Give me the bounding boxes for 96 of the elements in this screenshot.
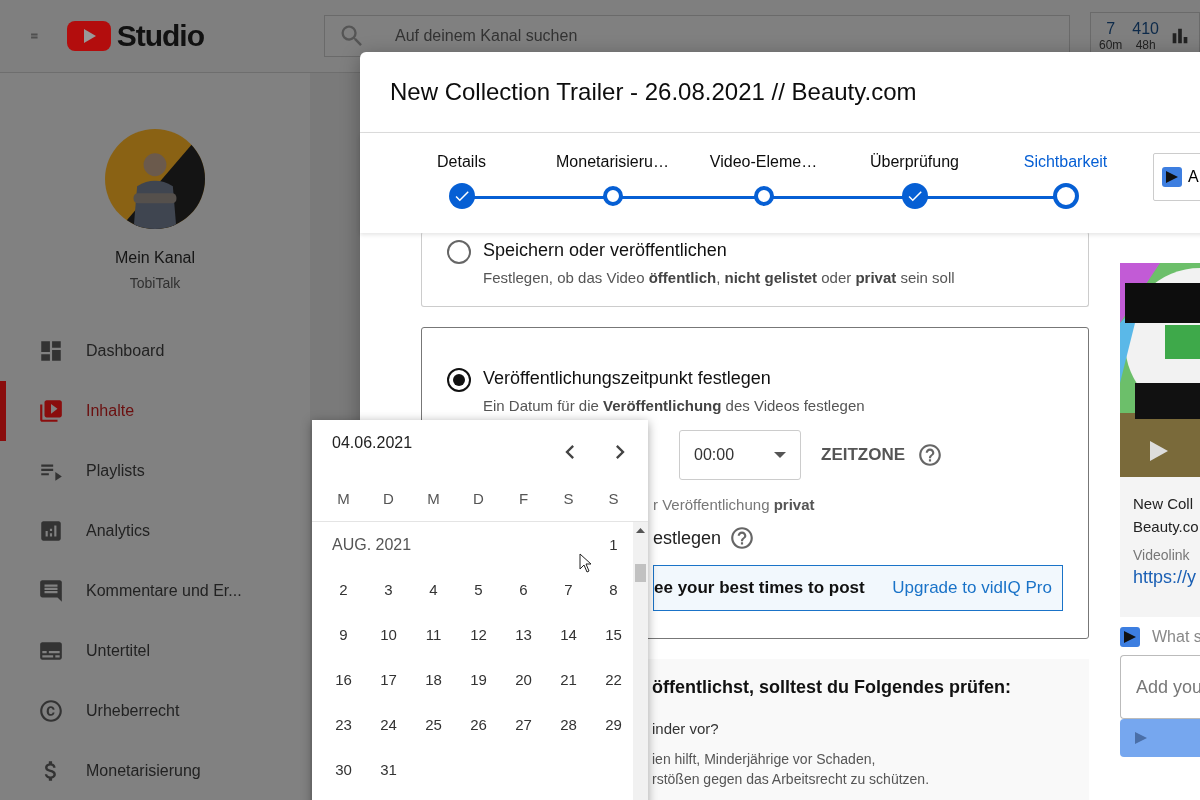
weekday-label: M: [426, 490, 441, 509]
weekday-label: D: [472, 490, 485, 509]
calendar-day[interactable]: 14: [546, 626, 591, 643]
video-link[interactable]: https://y: [1133, 567, 1200, 588]
premiere-label: estlegen: [653, 527, 722, 549]
calendar-day[interactable]: 26: [456, 716, 501, 733]
calendar-day[interactable]: 31: [366, 761, 411, 778]
stat-value: 410: [1132, 20, 1159, 38]
timezone-label: ZEITZONE: [821, 445, 906, 465]
vidiq-icon: [1120, 627, 1140, 647]
calendar-day[interactable]: 21: [546, 671, 591, 688]
stat-period: 60m: [1098, 38, 1123, 52]
calendar-day[interactable]: 16: [321, 671, 366, 688]
calendar-day[interactable]: 23: [321, 716, 366, 733]
calendar-day[interactable]: 24: [366, 716, 411, 733]
calendar-day[interactable]: 25: [411, 716, 456, 733]
weekday-label: S: [607, 490, 620, 509]
calendar-day[interactable]: 8: [591, 581, 636, 598]
studio-logo[interactable]: Studio: [66, 19, 204, 53]
calendar-day[interactable]: 10: [366, 626, 411, 643]
month-label: AUG. 2021: [331, 535, 413, 554]
option-description: Ein Datum für die Veröffentlichung des Videos festlegen: [483, 397, 865, 414]
calendar-day[interactable]: 13: [501, 626, 546, 643]
calendar-day[interactable]: 29: [591, 716, 636, 733]
sidebar-item[interactable]: Monetarisierung: [0, 741, 310, 800]
privacy-note: r Veröffentlichung privat: [653, 496, 816, 513]
weekday-label: M: [336, 490, 351, 509]
play-logo-icon: [66, 21, 111, 51]
video-library-icon: [38, 398, 64, 424]
video-title: New Coll: [1133, 495, 1194, 512]
stat-value: 7: [1106, 20, 1116, 38]
sidebar-item[interactable]: Untertitel: [0, 621, 310, 681]
calendar-day[interactable]: 6: [501, 581, 546, 598]
radio-button[interactable]: [447, 240, 471, 264]
stat-period: 48h: [1135, 38, 1156, 52]
calendar-day[interactable]: 22: [591, 671, 636, 688]
calendar-day[interactable]: 20: [501, 671, 546, 688]
option-title: Veröffentlichungszeitpunkt festlegen: [483, 368, 772, 389]
calendar-day[interactable]: 7: [546, 581, 591, 598]
caret-icon: [774, 452, 786, 458]
calendar-day[interactable]: 3: [366, 581, 411, 598]
help-icon[interactable]: [729, 525, 756, 551]
radio-button[interactable]: [447, 368, 471, 392]
step-tab[interactable]: Monetarisieru…: [556, 153, 669, 171]
weekday-label: S: [562, 490, 575, 509]
option-title: Speichern oder veröffentlichen: [483, 240, 728, 261]
step-tab[interactable]: Überprüfung: [870, 153, 959, 171]
calendar-day[interactable]: 27: [501, 716, 546, 733]
channel-title: Mein Kanal: [114, 249, 195, 267]
option-description: Festlegen, ob das Video öffentlich, nicht gelistet oder privat sein soll: [483, 269, 955, 286]
scrollbar-thumb[interactable]: [635, 564, 646, 582]
selected-date: 04.06.2021: [332, 434, 413, 452]
videolink-label: Videolink: [1133, 547, 1191, 563]
checklist-text: ien hilft, Minderjährige vor Schaden,: [652, 751, 877, 767]
step-tab[interactable]: Video-Eleme…: [709, 153, 818, 171]
calendar-day[interactable]: 18: [411, 671, 456, 688]
upgrade-link[interactable]: Upgrade to vidIQ Pro: [892, 578, 1052, 598]
calendar-day[interactable]: 12: [456, 626, 501, 643]
sidebar-item[interactable]: Playlists: [0, 441, 310, 501]
step-tab[interactable]: Sichtbarkeit: [1023, 153, 1108, 171]
video-title: Beauty.co: [1133, 518, 1200, 535]
chart-icon: [38, 518, 64, 544]
sidebar-item[interactable]: Dashboard: [0, 321, 310, 381]
calendar-day[interactable]: 9: [321, 626, 366, 643]
calendar-day[interactable]: 1: [591, 536, 636, 553]
calendar-day[interactable]: 30: [321, 761, 366, 778]
comment-icon: [38, 578, 64, 604]
checklist-question: inder vor?: [652, 720, 720, 737]
input-field[interactable]: Add you: [1120, 655, 1200, 719]
banner-text: ee your best times to post: [654, 578, 865, 598]
time-select[interactable]: 00:00: [679, 430, 801, 480]
sidebar-item[interactable]: Urheberrecht: [0, 681, 310, 741]
calendar-day[interactable]: 11: [411, 626, 456, 643]
calendar-day[interactable]: 5: [456, 581, 501, 598]
vidiq-icon: [1162, 167, 1182, 187]
channel-name: TobiTalk: [129, 275, 181, 291]
sidebar-item[interactable]: Kommentare und Er...: [0, 561, 310, 621]
calendar-day[interactable]: 19: [456, 671, 501, 688]
calendar-day[interactable]: 2: [321, 581, 366, 598]
dashboard-icon: [38, 338, 64, 364]
calendar-day[interactable]: 17: [366, 671, 411, 688]
weekday-label: D: [382, 490, 395, 509]
help-icon[interactable]: [917, 442, 944, 468]
vidiq-button[interactable]: A: [1153, 153, 1200, 201]
checklist-text: rstößen gegen das Arbeitsrecht zu schützen.: [652, 771, 931, 787]
scroll-up-icon[interactable]: [636, 528, 645, 533]
search-field[interactable]: Auf deinem Kanal suchen: [323, 15, 1070, 57]
cursor-icon: [579, 553, 593, 573]
calendar-day[interactable]: 28: [546, 716, 591, 733]
step-tab[interactable]: Details: [437, 153, 486, 171]
sidebar-item[interactable]: Analytics: [0, 501, 310, 561]
calendar-day[interactable]: 4: [411, 581, 456, 598]
calendar-day[interactable]: 15: [591, 626, 636, 643]
copyright-icon: [38, 698, 64, 724]
weekday-label: F: [517, 490, 530, 509]
checklist-heading: öffentlichst, solltest du Folgendes prüfen:: [652, 677, 1012, 698]
